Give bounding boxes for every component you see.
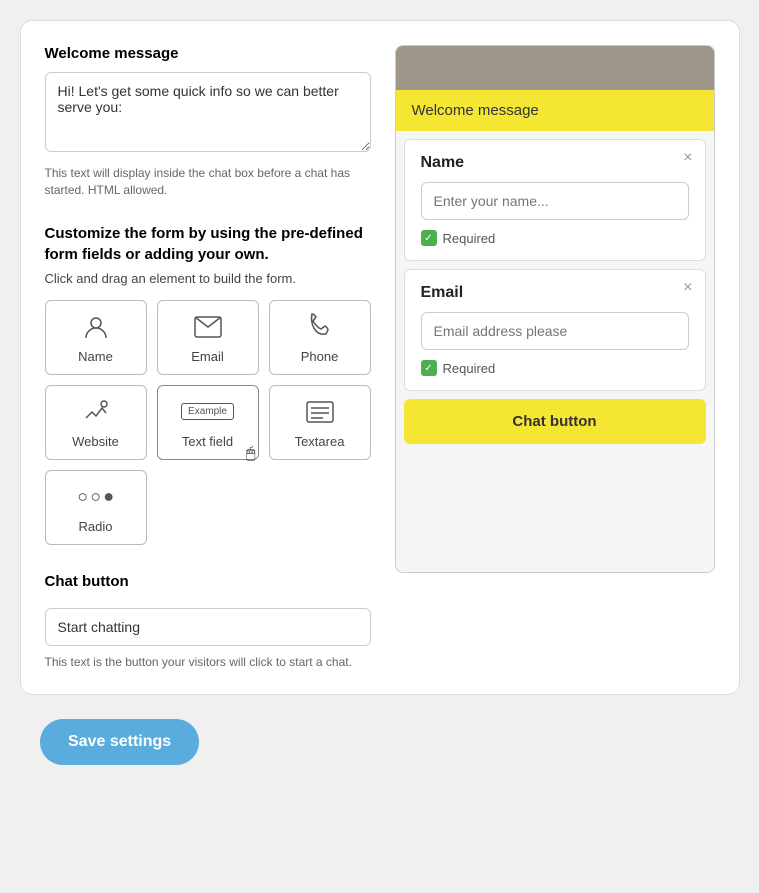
form-element-textfield-label: Text field — [182, 434, 233, 449]
form-element-textarea[interactable]: Textarea — [269, 385, 371, 460]
form-element-phone-label: Phone — [301, 349, 339, 364]
chat-button-section: Chat button This text is the button your… — [45, 573, 371, 671]
form-element-textarea-label: Textarea — [295, 434, 345, 449]
chat-button-input[interactable] — [45, 608, 371, 646]
preview-email-close-button[interactable]: × — [683, 280, 692, 296]
welcome-message-textarea[interactable]: Hi! Let's get some quick info so we can … — [45, 72, 371, 152]
form-element-textfield[interactable]: Example Text field 🖱 — [157, 385, 259, 460]
customize-title: Customize the form by using the pre-defi… — [45, 223, 371, 265]
preview-email-block: Email × ✓ Required — [404, 269, 706, 391]
preview-box: Welcome message Name × ✓ Required Email … — [395, 45, 715, 573]
textarea-icon — [302, 398, 338, 426]
save-settings-button[interactable]: Save settings — [40, 719, 199, 765]
textfield-icon: Example — [190, 398, 226, 426]
chat-button-hint: This text is the button your visitors wi… — [45, 654, 371, 671]
form-element-email-label: Email — [191, 349, 224, 364]
preview-header — [396, 46, 714, 90]
chat-button-section-title: Chat button — [45, 573, 371, 590]
form-element-radio[interactable]: Radio — [45, 470, 147, 545]
preview-email-required-checkbox: ✓ — [421, 360, 437, 376]
main-card: Welcome message Hi! Let's get some quick… — [20, 20, 740, 695]
left-panel: Welcome message Hi! Let's get some quick… — [45, 45, 371, 670]
form-element-website[interactable]: Website — [45, 385, 147, 460]
preview-name-title: Name — [421, 154, 689, 172]
customize-hint: Click and drag an element to build the f… — [45, 271, 371, 286]
website-icon — [78, 398, 114, 426]
welcome-message-title: Welcome message — [45, 45, 371, 62]
form-element-radio-label: Radio — [79, 519, 113, 534]
email-icon — [190, 313, 226, 341]
preview-email-required-row: ✓ Required — [421, 360, 689, 376]
preview-email-required-label: Required — [443, 361, 496, 376]
customize-section: Customize the form by using the pre-defi… — [45, 223, 371, 545]
right-panel: Welcome message Name × ✓ Required Email … — [395, 45, 715, 670]
preview-welcome-message: Welcome message — [396, 90, 714, 131]
form-elements-grid: Name Email — [45, 300, 371, 545]
preview-name-block: Name × ✓ Required — [404, 139, 706, 261]
preview-email-title: Email — [421, 284, 689, 302]
preview-name-required-checkbox: ✓ — [421, 230, 437, 246]
form-element-website-label: Website — [72, 434, 119, 449]
form-element-name[interactable]: Name — [45, 300, 147, 375]
welcome-hint-text: This text will display inside the chat b… — [45, 165, 371, 199]
form-element-email[interactable]: Email — [157, 300, 259, 375]
preview-name-input[interactable] — [421, 182, 689, 220]
radio-icon — [78, 483, 114, 511]
form-element-phone[interactable]: Phone — [269, 300, 371, 375]
preview-name-required-row: ✓ Required — [421, 230, 689, 246]
preview-spacer — [396, 452, 714, 572]
preview-name-required-label: Required — [443, 231, 496, 246]
name-icon — [78, 313, 114, 341]
form-element-name-label: Name — [78, 349, 113, 364]
preview-email-input[interactable] — [421, 312, 689, 350]
cursor-icon: 🖱 — [246, 445, 256, 463]
preview-name-close-button[interactable]: × — [683, 150, 692, 166]
preview-chat-button[interactable]: Chat button — [404, 399, 706, 444]
phone-icon — [302, 313, 338, 341]
